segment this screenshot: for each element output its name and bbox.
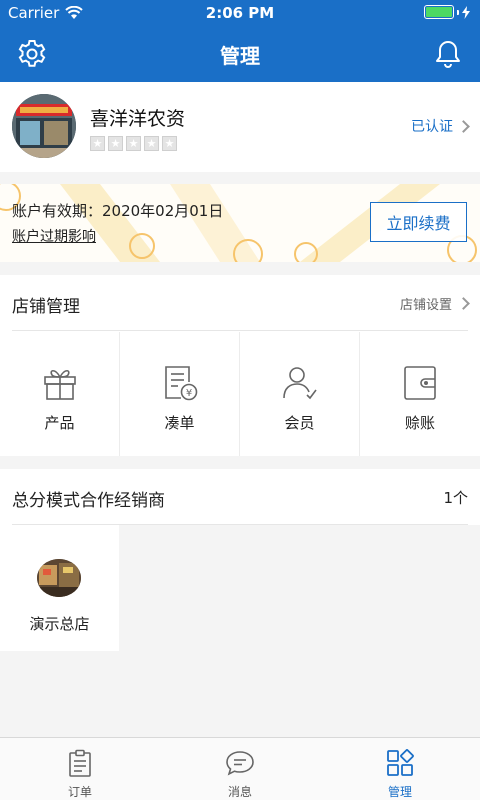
- store-name: 喜洋洋农资: [90, 108, 186, 130]
- chevron-right-icon: [457, 119, 470, 133]
- star-icon: ★: [108, 136, 123, 151]
- charging-icon: [462, 5, 470, 19]
- expiry-impact-link[interactable]: 账户过期影响: [12, 226, 96, 246]
- battery-icon: [424, 5, 470, 19]
- bell-icon[interactable]: [432, 38, 464, 70]
- store-profile[interactable]: 喜洋洋农资 ★ ★ ★ ★ ★ 已认证: [0, 82, 480, 172]
- chat-icon: [226, 751, 254, 776]
- shop-management-header: 店铺管理 店铺设置: [12, 275, 470, 331]
- validity-label: 账户有效期：2020年02月01日: [12, 202, 224, 220]
- clipboard-icon: [69, 749, 91, 777]
- grid-item-products[interactable]: 产品: [0, 332, 120, 456]
- tab-label: 消息: [227, 785, 252, 799]
- tab-messages[interactable]: 消息: [160, 738, 320, 800]
- chevron-right-icon: [457, 297, 470, 310]
- nav-bar: 管理: [0, 26, 480, 82]
- grid-item-combine-order[interactable]: ¥ 凑单: [120, 332, 240, 456]
- page-title: 管理: [220, 44, 260, 68]
- verified-link[interactable]: 已认证: [411, 116, 470, 136]
- tab-orders[interactable]: 订单: [0, 738, 160, 800]
- star-rating: ★ ★ ★ ★ ★: [90, 136, 177, 151]
- renew-button[interactable]: 立即续费: [370, 202, 467, 242]
- member-icon: [283, 367, 317, 400]
- grid-item-label: 会员: [284, 414, 315, 432]
- shop-settings-link[interactable]: 店铺设置: [399, 294, 470, 313]
- shop-management-grid: 产品 ¥ 凑单 会员 赊账: [0, 332, 480, 456]
- grid-item-label: 凑单: [164, 414, 195, 432]
- gift-icon: [44, 369, 76, 400]
- shop-settings-label: 店铺设置: [399, 298, 452, 313]
- star-icon: ★: [126, 136, 141, 151]
- tab-label: 管理: [387, 785, 412, 799]
- tab-label: 订单: [67, 785, 92, 799]
- dealers-title: 总分模式合作经销商: [12, 491, 165, 511]
- tab-management[interactable]: 管理: [320, 738, 480, 800]
- grid-item-label: 赊账: [404, 414, 435, 432]
- status-time: 2:06 PM: [205, 4, 275, 22]
- verified-label: 已认证: [411, 119, 453, 135]
- dealer-thumbnail: [37, 559, 81, 597]
- grid-icon: [387, 749, 414, 776]
- dealer-card[interactable]: 演示总店: [0, 525, 119, 651]
- dealers-count-label: 1个: [443, 489, 468, 507]
- dealers-section: 总分模式合作经销商 1个: [0, 469, 480, 525]
- shop-management-section: 店铺管理 店铺设置 产品 ¥ 凑单 会员 赊账: [0, 275, 480, 456]
- grid-item-label: 产品: [44, 414, 75, 432]
- wallet-icon: [404, 366, 436, 400]
- dealers-count: 1个: [443, 487, 468, 508]
- dealer-name: 演示总店: [29, 615, 90, 633]
- store-avatar: [12, 94, 76, 158]
- dealers-header: 总分模式合作经销商 1个: [12, 469, 468, 525]
- star-icon: ★: [90, 136, 105, 151]
- svg-text:¥: ¥: [186, 388, 192, 399]
- shop-management-title: 店铺管理: [12, 297, 80, 317]
- star-icon: ★: [144, 136, 159, 151]
- grid-item-members[interactable]: 会员: [240, 332, 360, 456]
- status-bar: Carrier 2:06 PM: [0, 0, 480, 26]
- star-icon: ★: [162, 136, 177, 151]
- grid-item-credit[interactable]: 赊账: [360, 332, 480, 456]
- bill-icon: ¥: [165, 366, 198, 401]
- tab-bar: 订单 消息 管理: [0, 737, 480, 800]
- account-validity-banner: 账户有效期：2020年02月01日 账户过期影响 立即续费: [0, 184, 480, 262]
